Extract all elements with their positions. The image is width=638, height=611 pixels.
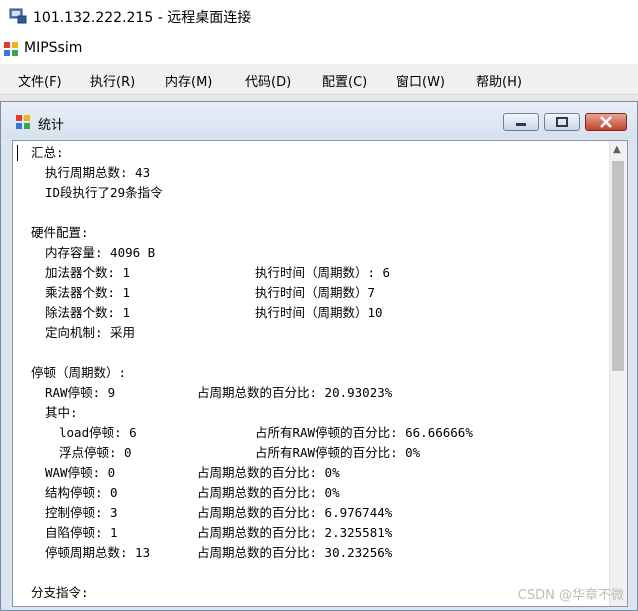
- struct-stall: 结构停顿: 0: [45, 485, 118, 500]
- total-stall: 停顿周期总数: 13: [45, 545, 151, 560]
- total-cycles: 执行周期总数: 43: [45, 165, 151, 180]
- multiplier-time: 执行时间（周期数）7: [255, 285, 376, 300]
- waw-stall: WAW停顿: 0: [45, 465, 116, 480]
- menu-help[interactable]: 帮助(H): [476, 71, 522, 90]
- stats-text-area[interactable]: 汇总: 执行周期总数: 43 ID段执行了29条指令 硬件配置: 内存容量: 4…: [12, 140, 628, 607]
- raw-stall: RAW停顿: 9: [45, 385, 116, 400]
- menu-file[interactable]: 文件(F): [18, 71, 62, 90]
- among-label: 其中:: [45, 405, 78, 420]
- trap-stall: 自陷停顿: 1: [45, 525, 118, 540]
- id-executed: ID段执行了29条指令: [45, 185, 163, 200]
- app-logo-icon: [16, 115, 30, 129]
- menu-run[interactable]: 执行(R): [90, 71, 135, 90]
- restore-icon: [556, 117, 568, 127]
- load-stall: load停顿: 6: [59, 425, 137, 440]
- minimize-icon: [516, 123, 526, 126]
- scrollbar-thumb[interactable]: [612, 161, 624, 371]
- hardware-header: 硬件配置:: [31, 225, 89, 240]
- minimize-button[interactable]: [503, 113, 539, 131]
- monitor-network-icon: [9, 8, 27, 24]
- forwarding: 定向机制: 采用: [45, 325, 136, 340]
- raw-stall-pct: 占周期总数的百分比: 20.93023%: [197, 385, 393, 400]
- fp-stall-pct: 占所有RAW停顿的百分比: 0%: [255, 445, 421, 460]
- adder-time: 执行时间（周期数）: 6: [255, 265, 391, 280]
- scroll-up-icon[interactable]: ▲: [613, 144, 621, 155]
- app-titlebar: MIPSsim: [0, 34, 638, 64]
- control-stall-pct: 占周期总数的百分比: 6.976744%: [197, 505, 393, 520]
- remote-desktop-titlebar: 101.132.222.215 - 远程桌面连接: [0, 0, 638, 34]
- summary-header: 汇总:: [31, 145, 64, 160]
- struct-stall-pct: 占周期总数的百分比: 0%: [197, 485, 340, 500]
- total-stall-pct: 占周期总数的百分比: 30.23256%: [197, 545, 393, 560]
- trap-stall-pct: 占周期总数的百分比: 2.325581%: [197, 525, 393, 540]
- app-title: MIPSsim: [24, 40, 83, 56]
- watermark: CSDN @华章不微: [517, 588, 624, 603]
- vertical-scrollbar[interactable]: ▲: [609, 141, 627, 606]
- stats-window: 统计 汇总: 执行周期总数: 43 ID段执行了29条指令 硬件配置: 内存容量…: [0, 101, 638, 611]
- menu-window[interactable]: 窗口(W): [396, 71, 445, 90]
- branch-header: 分支指令:: [31, 585, 89, 600]
- multiplier-count: 乘法器个数: 1: [45, 285, 131, 300]
- close-icon: [600, 116, 612, 128]
- fp-stall: 浮点停顿: 0: [59, 445, 132, 460]
- load-stall-pct: 占所有RAW停顿的百分比: 66.66666%: [255, 425, 473, 440]
- stall-header: 停顿（周期数）:: [31, 365, 127, 380]
- waw-stall-pct: 占周期总数的百分比: 0%: [197, 465, 340, 480]
- maximize-button[interactable]: [544, 113, 580, 131]
- remote-desktop-title: 101.132.222.215 - 远程桌面连接: [33, 10, 252, 26]
- menu-bar: 文件(F) 执行(R) 内存(M) 代码(D) 配置(C) 窗口(W) 帮助(H…: [0, 64, 638, 95]
- menu-config[interactable]: 配置(C): [322, 71, 367, 90]
- menu-memory[interactable]: 内存(M): [165, 71, 212, 90]
- divider-time: 执行时间（周期数）10: [255, 305, 383, 320]
- text-caret: [17, 145, 18, 161]
- control-stall: 控制停顿: 3: [45, 505, 118, 520]
- close-button[interactable]: [585, 113, 627, 131]
- stats-window-titlebar[interactable]: 统计: [1, 102, 637, 139]
- memory-size: 内存容量: 4096 B: [45, 245, 156, 260]
- menu-code[interactable]: 代码(D): [245, 71, 291, 90]
- stats-window-title: 统计: [38, 118, 65, 133]
- divider-count: 除法器个数: 1: [45, 305, 131, 320]
- app-logo-icon: [4, 42, 18, 56]
- adder-count: 加法器个数: 1: [45, 265, 131, 280]
